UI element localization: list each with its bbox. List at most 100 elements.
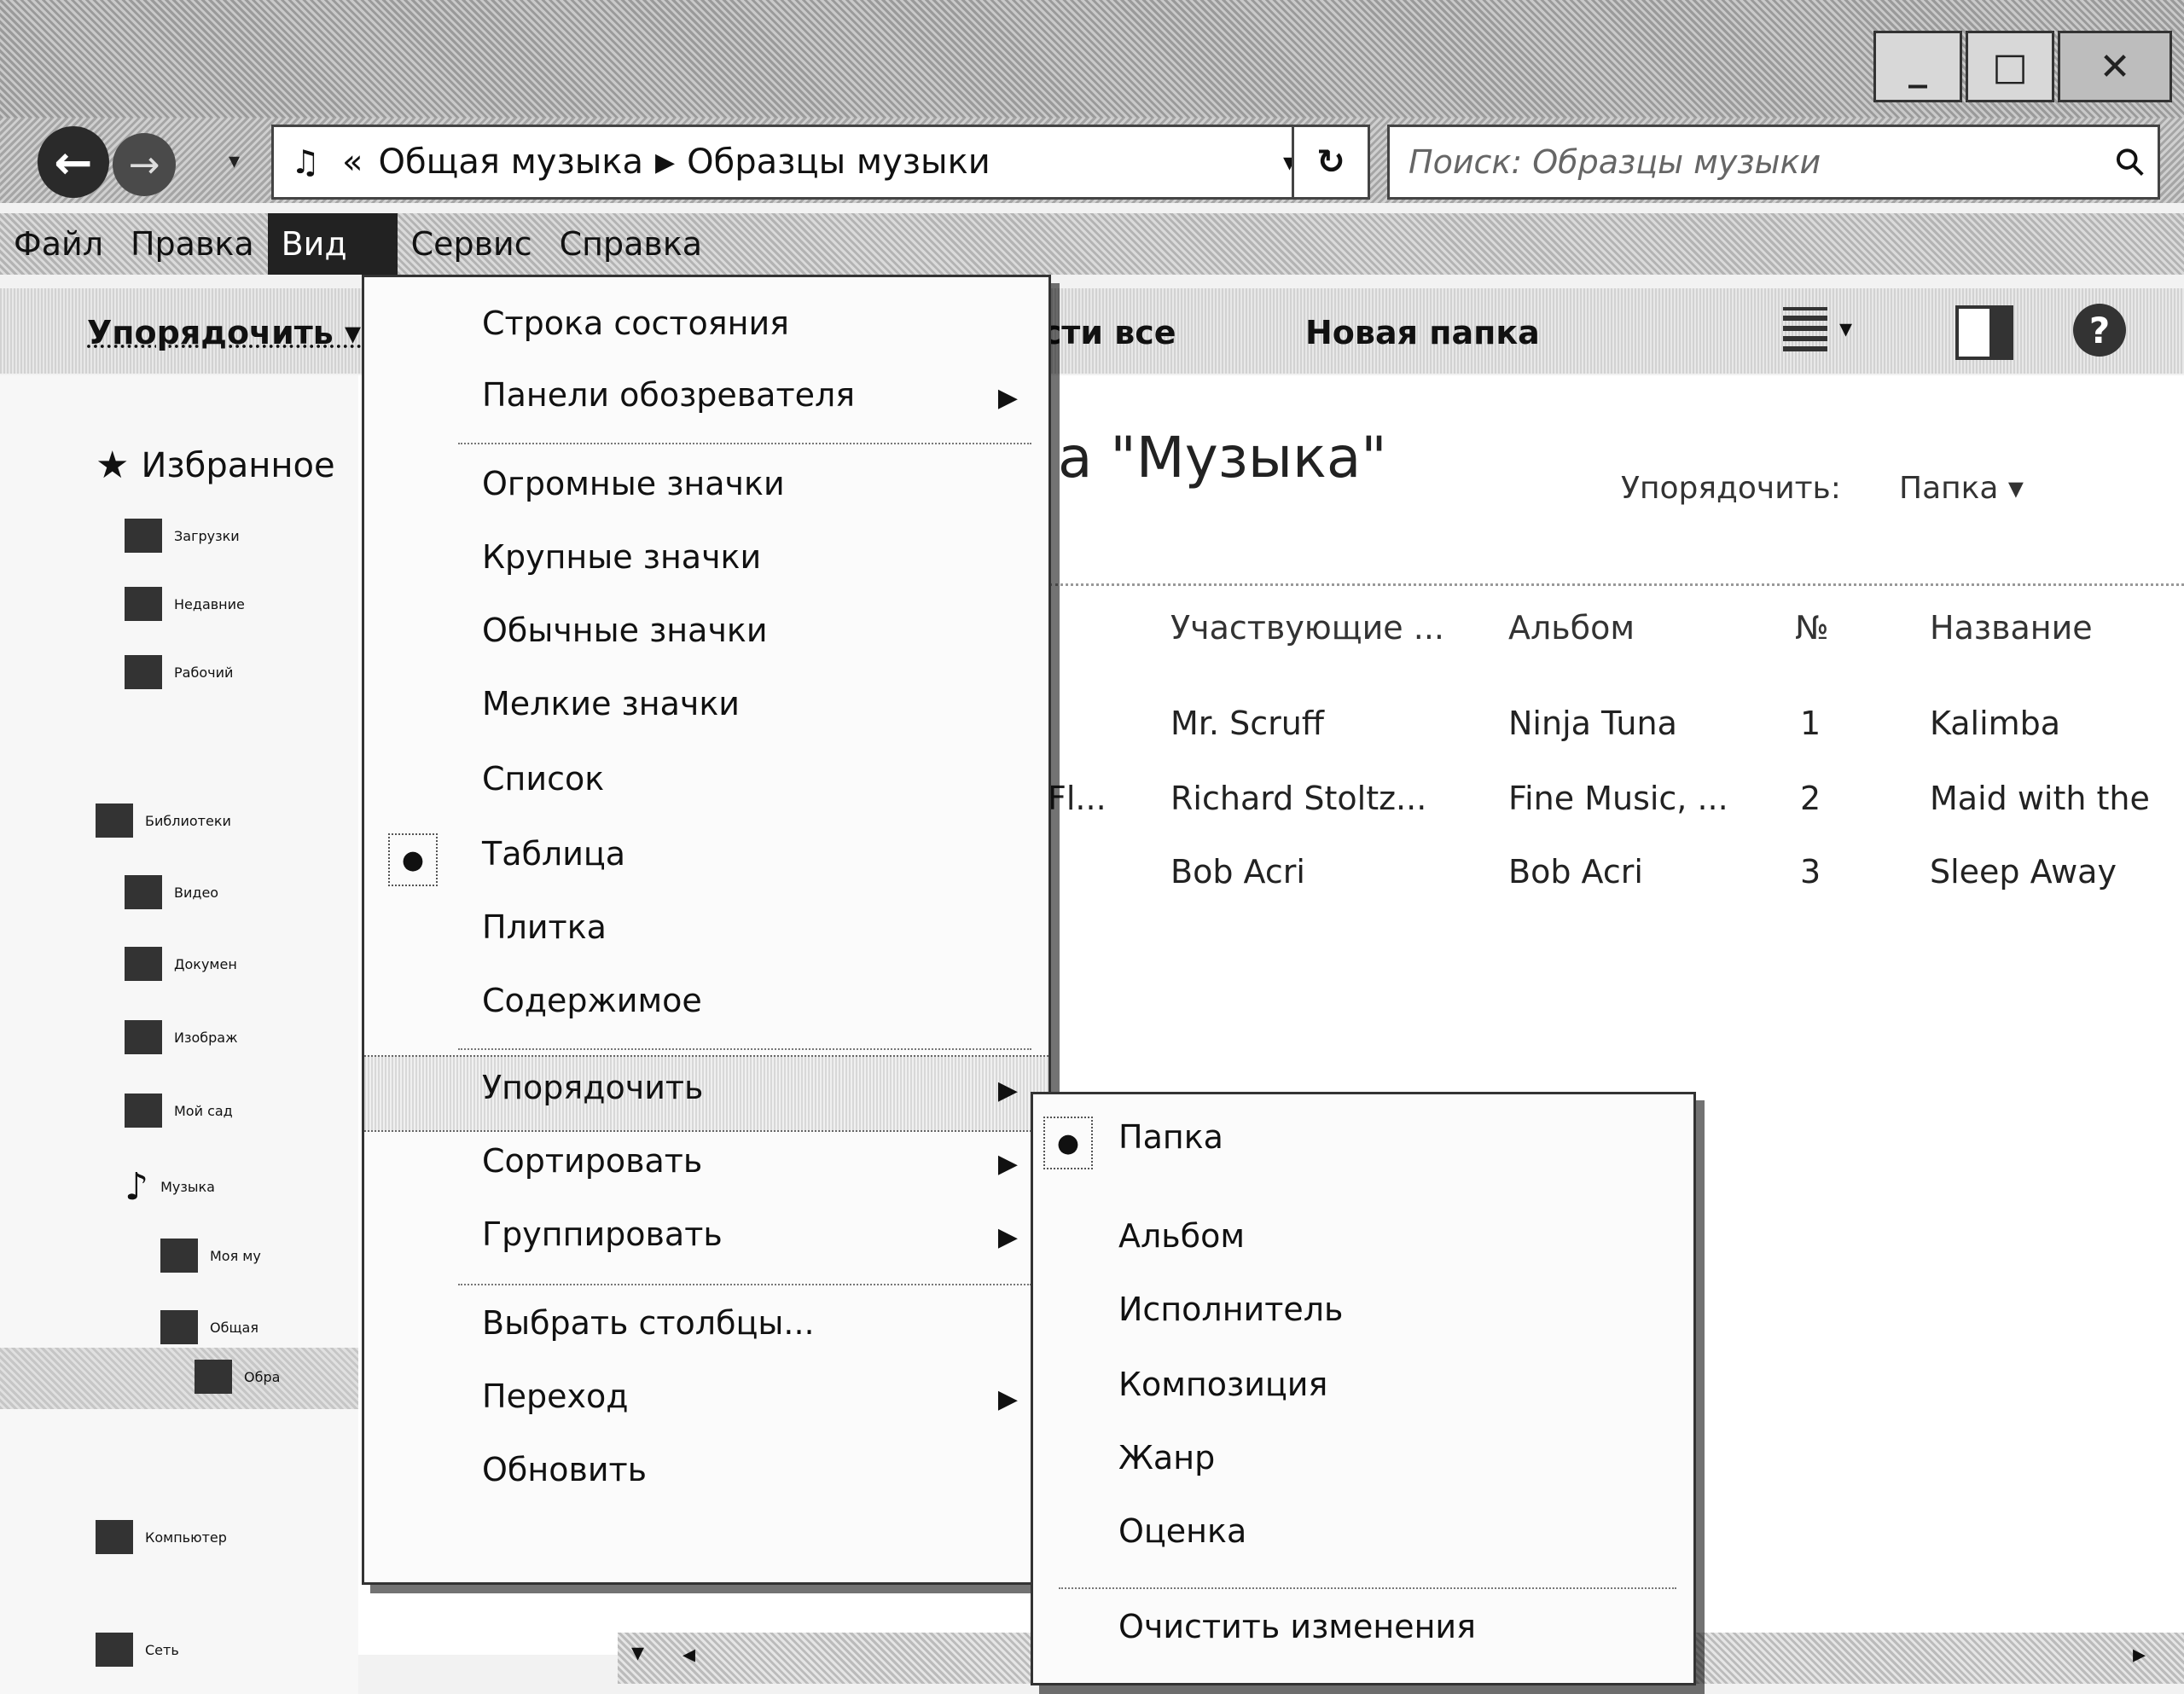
view-options-icon[interactable]: [1783, 307, 1827, 351]
submenu-arrow-icon: ▶: [997, 1076, 1018, 1105]
refresh-button[interactable]: ↻: [1292, 125, 1370, 200]
menu-item-extra-large-icons[interactable]: Огромные значки: [364, 453, 1048, 526]
nav-libraries[interactable]: Библиотеки: [96, 803, 231, 838]
submenu-arrow-icon: ▶: [997, 383, 1018, 413]
menu-view[interactable]: Вид: [267, 213, 398, 275]
table-cell-number: 1: [1800, 705, 1821, 742]
menu-item-choose-columns[interactable]: Выбрать столбцы...: [364, 1292, 1048, 1366]
minimize-button[interactable]: _: [1873, 31, 1962, 102]
menu-item-tiles[interactable]: Плитка: [364, 896, 1048, 970]
submenu-item-label: Оценка: [1118, 1512, 1247, 1550]
submenu-item-label: Жанр: [1118, 1439, 1216, 1476]
nav-selected-highlight: [0, 1348, 358, 1409]
submenu-item-label: Композиция: [1118, 1366, 1328, 1403]
scroll-left-icon[interactable]: ◂: [682, 1639, 695, 1669]
nav-recent[interactable]: Недавние: [125, 587, 245, 621]
submenu-item-label: Альбом: [1118, 1217, 1246, 1255]
arrange-by-dropdown[interactable]: Папка ▾: [1899, 471, 2024, 506]
menu-item-list[interactable]: Список: [364, 748, 1048, 821]
breadcrumb-shared-music[interactable]: Общая музыка: [378, 142, 643, 182]
menu-separator: [458, 1048, 1031, 1050]
column-header-number[interactable]: №: [1795, 609, 1829, 647]
nav-downloads[interactable]: Загрузки: [125, 519, 240, 553]
scroll-right-icon[interactable]: ▸: [2133, 1639, 2146, 1669]
menu-item-explorer-panes[interactable]: Панели обозревателя ▶: [364, 364, 1048, 438]
column-header-artists[interactable]: Участвующие ...: [1170, 609, 1444, 647]
nav-public-music[interactable]: Общая: [160, 1310, 258, 1344]
close-button[interactable]: ✕: [2058, 31, 2172, 102]
menu-item-label: Список: [482, 760, 605, 798]
maximize-button[interactable]: □: [1966, 31, 2054, 102]
nav-pictures[interactable]: Изображ: [125, 1020, 238, 1054]
back-button[interactable]: ←: [38, 126, 109, 198]
submenu-item-artist[interactable]: Исполнитель: [1033, 1279, 1693, 1352]
search-icon[interactable]: ⚲: [2105, 137, 2155, 188]
menu-item-label: Обычные значки: [482, 612, 768, 649]
submenu-item-clear-changes[interactable]: Очистить изменения: [1033, 1596, 1693, 1669]
breadcrumb-sample-music[interactable]: Образцы музыки: [687, 142, 990, 182]
table-cell-number: 3: [1800, 853, 1821, 891]
nav-video[interactable]: Видео: [125, 875, 218, 909]
folder-icon: [195, 1360, 232, 1394]
column-header-album[interactable]: Альбом: [1508, 609, 1635, 647]
nav-documents[interactable]: Докумен: [125, 947, 237, 981]
preview-pane-icon[interactable]: [1955, 305, 2013, 360]
nav-favorites[interactable]: ★ Избранное: [96, 444, 335, 487]
recent-pages-dropdown[interactable]: ▾: [229, 148, 240, 174]
search-box[interactable]: ⚲: [1387, 125, 2160, 200]
menu-item-label: Мелкие значки: [482, 685, 740, 722]
menu-item-content[interactable]: Содержимое: [364, 970, 1048, 1043]
menu-item-small-icons[interactable]: Мелкие значки: [364, 673, 1048, 746]
menu-item-medium-icons[interactable]: Обычные значки: [364, 600, 1048, 673]
breadcrumb-overflow[interactable]: «: [342, 142, 363, 182]
column-header-title[interactable]: Название: [1930, 609, 2093, 647]
menu-edit[interactable]: Правка: [117, 213, 268, 275]
help-icon[interactable]: ?: [2073, 304, 2126, 357]
nav-network[interactable]: Сеть: [96, 1633, 179, 1667]
forward-button[interactable]: →: [113, 133, 176, 196]
submenu-item-rating[interactable]: Оценка: [1033, 1500, 1693, 1574]
scroll-down-icon[interactable]: ▾: [631, 1638, 644, 1668]
view-options-dropdown-icon[interactable]: ▾: [1839, 314, 1852, 344]
menu-item-label: Группировать: [482, 1215, 723, 1253]
nav-music[interactable]: ♪ Музыка: [125, 1165, 215, 1209]
nav-sample-music[interactable]: Обра: [195, 1360, 280, 1394]
menu-item-large-icons[interactable]: Крупные значки: [364, 526, 1048, 600]
menu-help[interactable]: Справка: [546, 213, 716, 275]
submenu-item-label: Очистить изменения: [1118, 1608, 1476, 1645]
menu-item-arrange-by[interactable]: Упорядочить ▶: [364, 1055, 1048, 1132]
menu-item-refresh[interactable]: Обновить: [364, 1439, 1048, 1512]
search-input[interactable]: [1407, 142, 2076, 182]
menu-item-label: Строка состояния: [482, 305, 790, 342]
nav-my-garden[interactable]: Мой сад: [125, 1094, 233, 1128]
menu-item-group-by[interactable]: Группировать ▶: [364, 1204, 1048, 1277]
nav-pictures-label: Изображ: [174, 1029, 238, 1046]
nav-favorites-label: Избранное: [141, 445, 335, 485]
new-folder-button[interactable]: Новая папка: [1305, 314, 1540, 351]
submenu-item-song[interactable]: Композиция: [1033, 1354, 1693, 1427]
submenu-item-folder[interactable]: ● Папка: [1033, 1106, 1693, 1180]
menu-file[interactable]: Файл: [0, 213, 117, 275]
menu-item-sort-by[interactable]: Сортировать ▶: [364, 1130, 1048, 1204]
nav-my-music[interactable]: Моя му: [160, 1239, 261, 1273]
nav-downloads-label: Загрузки: [174, 527, 240, 544]
nav-computer[interactable]: Компьютер: [96, 1520, 227, 1554]
menu-item-status-bar[interactable]: Строка состояния: [364, 293, 1048, 366]
menu-item-label: Упорядочить: [482, 1069, 704, 1106]
organize-button[interactable]: Упорядочить ▾: [87, 314, 361, 351]
submenu-item-album[interactable]: Альбом: [1033, 1205, 1693, 1279]
address-bar[interactable]: ♫ « Общая музыка ▶ Образцы музыки ▾: [271, 125, 1314, 200]
menu-item-details[interactable]: ● Таблица: [364, 823, 1048, 896]
nav-network-label: Сеть: [145, 1641, 179, 1658]
library-title: а "Музыка": [1058, 425, 1387, 490]
menu-item-label: Панели обозревателя: [482, 376, 856, 414]
table-cell-album: Bob Acri: [1508, 853, 1643, 891]
breadcrumb-separator-icon[interactable]: ▶: [655, 148, 675, 177]
menu-item-go-to[interactable]: Переход ▶: [364, 1366, 1048, 1439]
nav-desktop[interactable]: Рабочий: [125, 655, 233, 689]
nav-music-label: Музыка: [160, 1179, 215, 1195]
menu-tools[interactable]: Сервис: [398, 213, 546, 275]
table-cell-title: Maid with the: [1930, 780, 2150, 817]
nav-computer-label: Компьютер: [145, 1529, 227, 1546]
submenu-item-genre[interactable]: Жанр: [1033, 1427, 1693, 1500]
